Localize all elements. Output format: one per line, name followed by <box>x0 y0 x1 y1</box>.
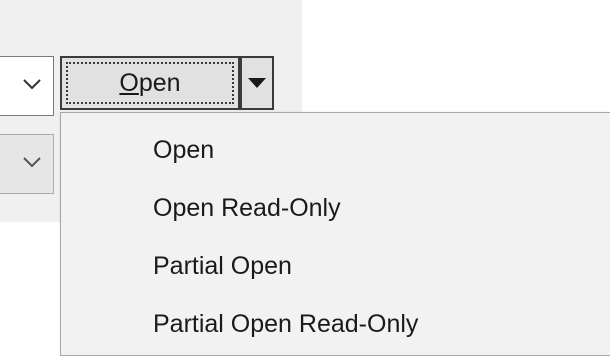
menu-item-partial-open-read-only[interactable]: Partial Open Read-Only <box>61 295 610 353</box>
open-options-menu: Open Open Read-Only Partial Open Partial… <box>60 112 610 356</box>
menu-item-label: Partial Open <box>153 251 292 280</box>
chevron-down-icon <box>23 157 41 168</box>
menu-item-open-read-only[interactable]: Open Read-Only <box>61 179 610 237</box>
open-button[interactable]: Open <box>60 56 240 110</box>
menu-item-partial-open[interactable]: Partial Open <box>61 237 610 295</box>
file-type-combo[interactable] <box>0 56 54 116</box>
chevron-down-icon <box>23 79 41 90</box>
open-button-label: Open <box>62 58 238 108</box>
menu-item-label: Open Read-Only <box>153 193 341 222</box>
open-button-mnemonic: O <box>119 68 139 97</box>
open-options-dropdown-button[interactable] <box>240 56 274 110</box>
secondary-combo[interactable] <box>0 134 54 194</box>
open-dialog-crop: Open Open Open Read-Only Partial Open Pa… <box>0 0 610 356</box>
menu-item-label: Open <box>153 135 215 164</box>
menu-item-label: Partial Open Read-Only <box>153 309 419 338</box>
triangle-down-icon <box>248 78 266 88</box>
open-button-label-rest: pen <box>138 68 181 97</box>
menu-item-open[interactable]: Open <box>61 121 610 179</box>
